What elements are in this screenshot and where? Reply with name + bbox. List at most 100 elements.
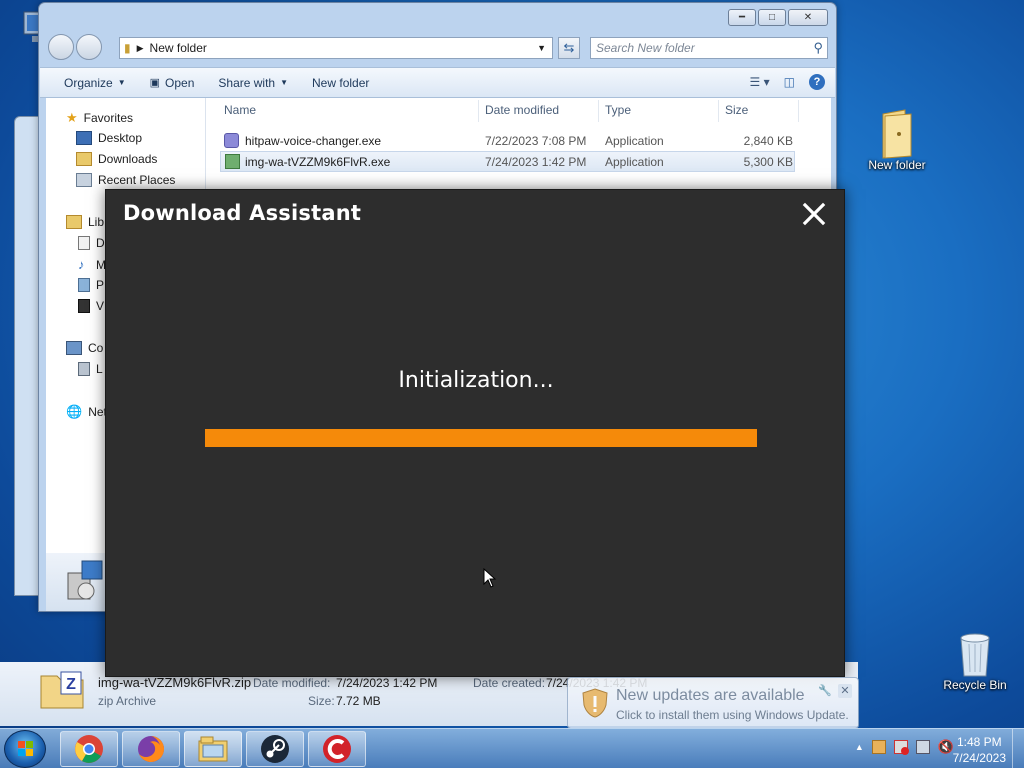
clock-time: 1:48 PM (956, 735, 1002, 749)
file-size: 2,840 KB (743, 133, 793, 148)
shield-icon (582, 688, 608, 718)
details-filetype: zip Archive (98, 694, 157, 708)
pin-icon[interactable]: 🔧 (818, 684, 832, 697)
nav-lib-pictures[interactable]: P (78, 278, 104, 292)
nav-local-disk[interactable]: L (78, 362, 103, 376)
desktop-icon-label: Recycle Bin (943, 678, 1007, 692)
installer-package-icon (66, 559, 106, 601)
breadcrumb-current[interactable]: New folder (150, 41, 207, 55)
nav-downloads[interactable]: Downloads (76, 152, 157, 166)
notification-title: New updates are available (616, 687, 805, 704)
taskbar: ▲ 🔇 1:48 PM 7/24/2023 (0, 728, 1024, 768)
column-separator (798, 100, 799, 122)
forward-button[interactable] (76, 34, 102, 60)
maximize-button[interactable]: □ (758, 9, 786, 26)
organize-label: Organize (64, 75, 113, 90)
nav-lib-music[interactable]: ♪ M (78, 257, 106, 272)
details-modified-label: Date modified: (253, 676, 331, 690)
nav-label: Recent Places (98, 173, 176, 187)
taskbar-explorer[interactable] (184, 731, 242, 767)
table-row[interactable]: img-wa-tVZZM9k6FlvR.exe 7/24/2023 1:42 P… (220, 151, 795, 172)
nav-computer[interactable]: Co (66, 341, 103, 355)
show-hidden-icons-icon[interactable]: ▲ (855, 742, 864, 752)
music-icon: ♪ (78, 257, 85, 272)
show-desktop-button[interactable] (1012, 729, 1024, 768)
details-size-value: 7.72 MB (336, 694, 381, 708)
windows-logo-icon (18, 741, 33, 756)
nav-lib-videos[interactable]: V (78, 299, 104, 313)
column-header-size[interactable]: Size (725, 103, 748, 117)
close-icon[interactable]: ✕ (838, 684, 852, 698)
refresh-button[interactable]: ⇆ (558, 37, 580, 59)
file-type: Application (605, 133, 664, 148)
taskbar-steam[interactable] (246, 731, 304, 767)
column-header-type[interactable]: Type (605, 103, 631, 117)
computer-icon (66, 341, 82, 355)
chevron-down-icon: ▼ (280, 78, 289, 87)
chevron-down-icon[interactable]: ▼ (537, 43, 546, 53)
clock[interactable]: 1:48 PM 7/24/2023 (953, 734, 1006, 766)
desktop-icon-recycle-bin[interactable]: Recycle Bin (935, 630, 1015, 692)
new-folder-button[interactable]: New folder (300, 76, 381, 90)
window-controls: ━ □ ✕ (728, 9, 828, 26)
taskbar-chrome[interactable] (60, 731, 118, 767)
column-separator (598, 100, 599, 122)
nav-label: Downloads (98, 152, 158, 166)
organize-button[interactable]: Organize ▼ (40, 76, 138, 90)
action-center-icon[interactable] (893, 740, 909, 755)
search-icon[interactable]: ⚲ (813, 40, 823, 56)
close-icon[interactable] (802, 202, 826, 226)
minimize-button[interactable]: ━ (728, 9, 756, 26)
column-header-name[interactable]: Name (224, 103, 256, 117)
downloads-icon (76, 152, 92, 166)
dialog-status: Initialization... (398, 368, 554, 393)
zip-icon: Z (39, 670, 85, 710)
nav-label: Desktop (98, 131, 143, 145)
start-button[interactable] (4, 730, 46, 768)
view-options-icon[interactable]: ☰ ▾ (750, 75, 770, 89)
network-tray-icon[interactable] (915, 740, 930, 754)
new-folder-label: New folder (312, 75, 370, 90)
share-with-button[interactable]: Share with ▼ (206, 76, 300, 90)
taskbar-ccleaner[interactable] (308, 731, 366, 767)
folder-icon (875, 108, 919, 159)
desktop-icon-new-folder[interactable]: New folder (857, 108, 937, 172)
toolbar-right: ☰ ▾ ◫ ? (750, 74, 825, 90)
column-separator (718, 100, 719, 122)
column-header-date-modified[interactable]: Date modified (485, 103, 559, 117)
nav-label: Lib (88, 215, 105, 229)
libraries-icon (66, 215, 82, 229)
details-created-label: Date created: (473, 676, 546, 690)
share-with-label: Share with (218, 75, 276, 90)
open-label: Open (165, 75, 195, 90)
address-bar[interactable]: ▮ ▶ New folder ▼ (119, 37, 553, 59)
installer-icon (225, 154, 240, 169)
nav-recent-places[interactable]: Recent Places (76, 173, 175, 187)
windows-update-tray-icon[interactable] (871, 740, 886, 754)
open-icon: ▣ (149, 77, 161, 89)
volume-muted-icon[interactable]: 🔇 (938, 739, 954, 755)
firefox-icon (138, 736, 164, 762)
exe-icon (224, 133, 239, 148)
notification-subtitle[interactable]: Click to install them using Windows Upda… (616, 708, 849, 722)
documents-icon (78, 236, 90, 250)
desktop-icon-label: New folder (868, 158, 926, 172)
help-icon[interactable]: ? (809, 74, 825, 90)
open-button[interactable]: ▣ Open (138, 76, 207, 90)
search-placeholder: Search New folder (596, 41, 695, 55)
progress-fill (205, 429, 757, 447)
close-button[interactable]: ✕ (788, 9, 828, 26)
table-row[interactable]: hitpaw-voice-changer.exe 7/22/2023 7:08 … (220, 130, 795, 151)
nav-network[interactable]: 🌐 Net (66, 404, 107, 420)
file-date: 7/24/2023 1:42 PM (485, 154, 587, 169)
nav-libraries[interactable]: Lib (66, 215, 104, 229)
update-notification[interactable]: New updates are available Click to insta… (567, 677, 859, 729)
preview-pane-icon[interactable]: ◫ (784, 75, 795, 89)
back-button[interactable] (48, 34, 74, 60)
nav-favorites[interactable]: ★ Favorites (66, 110, 133, 126)
search-input[interactable]: Search New folder ⚲ (590, 37, 828, 59)
dialog-title: Download Assistant (123, 201, 362, 225)
taskbar-firefox[interactable] (122, 731, 180, 767)
nav-desktop[interactable]: Desktop (76, 131, 142, 145)
nav-lib-documents[interactable]: D (78, 236, 105, 250)
